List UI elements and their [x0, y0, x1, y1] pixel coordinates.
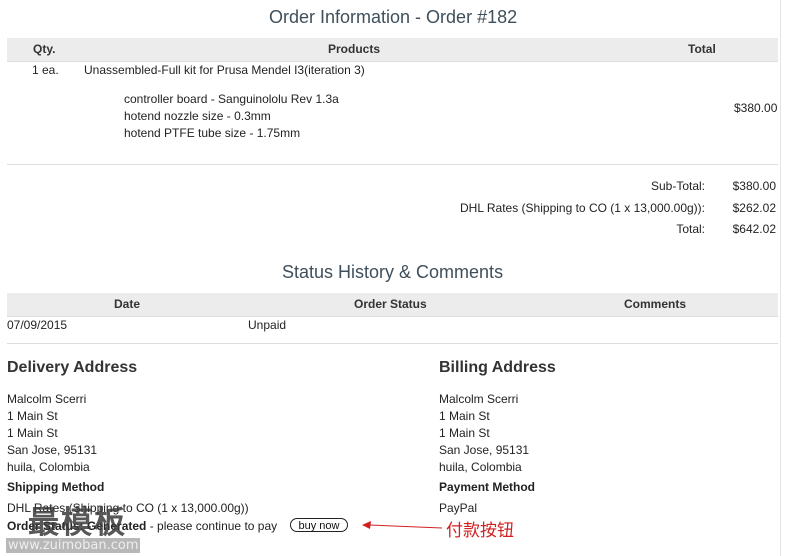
delivery-line: 1 Main St: [7, 426, 58, 440]
item-option: hotend PTFE tube size - 1.75mm: [124, 126, 301, 140]
item-option: hotend nozzle size - 0.3mm: [124, 109, 271, 123]
billing-line: Malcolm Scerri: [439, 392, 519, 406]
status-title: Status History & Comments: [282, 262, 504, 282]
billing-line: huila, Colombia: [439, 460, 522, 474]
divider: [7, 61, 778, 62]
billing-line: 1 Main St: [439, 409, 490, 423]
col-comments: Comments: [624, 297, 687, 311]
delivery-heading: Delivery Address: [7, 359, 138, 376]
order-table-header: [7, 38, 778, 61]
item-qty: 1 ea.: [32, 63, 59, 77]
billing-line: 1 Main St: [439, 426, 490, 440]
status-value: Unpaid: [248, 318, 287, 332]
subtotal-label: Sub-Total:: [650, 179, 705, 193]
item-price: $380.00: [734, 101, 778, 115]
shipping-label: DHL Rates (Shipping to CO (1 x 13,000.00…: [459, 201, 705, 215]
billing-heading: Billing Address: [439, 359, 556, 376]
buy-now-button[interactable]: buy now: [290, 518, 348, 532]
watermark-logo: 最模板: [28, 505, 127, 541]
shipping-method-heading: Shipping Method: [7, 480, 105, 494]
delivery-line: Malcolm Scerri: [7, 392, 87, 406]
divider: [7, 164, 778, 165]
shipping-value: $262.02: [732, 201, 776, 215]
item-option: controller board - Sanguinololu Rev 1.3a: [124, 92, 339, 106]
total-value: $642.02: [732, 222, 776, 236]
watermark-url: www.zuimoban.com: [6, 538, 141, 553]
payment-method-heading: Payment Method: [439, 480, 536, 494]
col-total: Total: [688, 42, 716, 56]
col-products: Products: [328, 42, 381, 56]
annotation-arrow-icon: [362, 521, 443, 529]
item-name[interactable]: Unassembled-Full kit for Prusa Mendel I3…: [84, 63, 365, 77]
col-date: Date: [114, 297, 141, 311]
delivery-line: huila, Colombia: [7, 460, 90, 474]
total-label: Total:: [676, 222, 705, 236]
status-date: 07/09/2015: [7, 318, 68, 332]
billing-line: San Jose, 95131: [439, 443, 530, 457]
delivery-line: 1 Main St: [7, 409, 58, 423]
subtotal-value: $380.00: [732, 179, 776, 193]
delivery-line: San Jose, 95131: [7, 443, 98, 457]
order-title: Order Information - Order #182: [269, 7, 518, 27]
col-order-status: Order Status: [354, 297, 427, 311]
divider: [7, 316, 778, 317]
order-status-message: - please continue to pay: [146, 519, 278, 533]
divider: [7, 343, 778, 344]
annotation-label: 付款按钮: [446, 521, 514, 541]
col-qty: Qty.: [33, 42, 56, 56]
payment-method: PayPal: [439, 501, 478, 515]
